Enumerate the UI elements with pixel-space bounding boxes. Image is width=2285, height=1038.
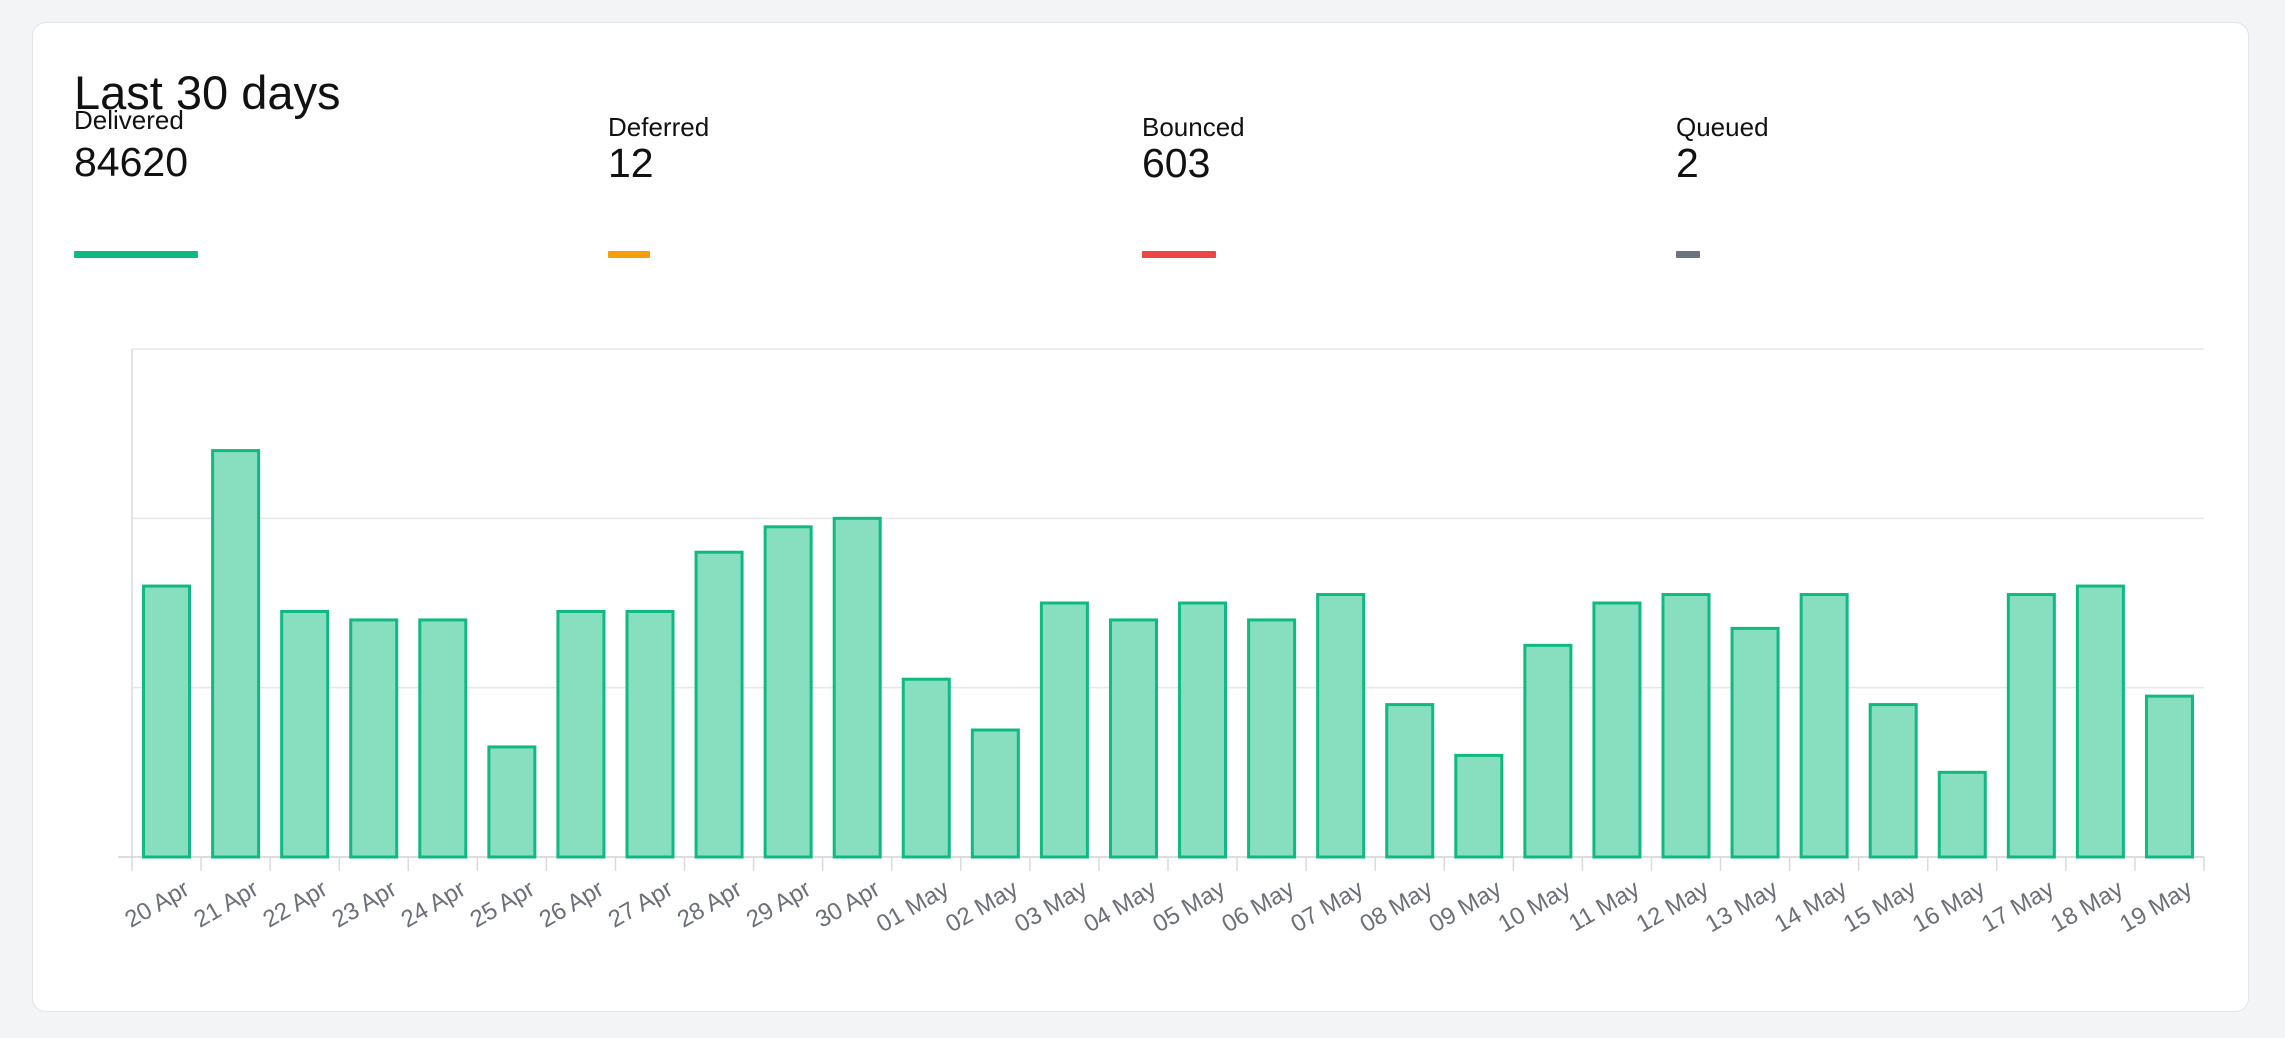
bar-02-may [970, 728, 1020, 859]
bar-28-apr [694, 550, 744, 859]
bar-08-may [1385, 703, 1435, 859]
bar-07-may [1316, 593, 1366, 859]
x-tick-label: 25 Apr [466, 875, 540, 933]
bar-14-may [1799, 593, 1849, 859]
x-tick-label: 13 May [1701, 875, 1783, 938]
bar-10-may [1523, 643, 1573, 859]
x-tick-label: 17 May [1977, 875, 2059, 938]
bar-30-apr [832, 516, 882, 859]
bar-15-may [1868, 703, 1918, 859]
x-tick-label: 16 May [1908, 875, 1990, 938]
bar-13-may [1730, 626, 1780, 859]
x-tick-label: 19 May [2115, 875, 2197, 938]
bar-18-may [2075, 584, 2125, 859]
x-tick-label: 09 May [1425, 875, 1507, 938]
x-tick-label: 23 Apr [328, 875, 402, 933]
x-tick-label: 04 May [1079, 875, 1161, 938]
x-tick-label: 30 Apr [811, 875, 885, 933]
x-tick-label: 21 Apr [189, 875, 263, 933]
bar-19-may [2144, 694, 2194, 859]
x-tick-label: 05 May [1148, 875, 1230, 938]
bar-11-may [1592, 601, 1642, 859]
bar-29-apr [763, 525, 813, 859]
x-tick-label: 12 May [1632, 875, 1714, 938]
x-tick-labels: 20 Apr21 Apr22 Apr23 Apr24 Apr25 Apr26 A… [120, 875, 2197, 938]
x-tick-label: 06 May [1217, 875, 1299, 938]
x-tick-label: 22 Apr [258, 875, 332, 933]
bar-05-may [1178, 601, 1228, 859]
bar-16-may [1937, 770, 1987, 859]
x-tick-label: 02 May [941, 875, 1023, 938]
x-tick-label: 27 Apr [604, 875, 678, 933]
x-tick-label: 26 Apr [535, 875, 609, 933]
x-tick-label: 03 May [1010, 875, 1092, 938]
bar-24-apr [418, 618, 468, 859]
x-tick-label: 07 May [1286, 875, 1368, 938]
bar-21-apr [211, 449, 261, 859]
x-tick-label: 08 May [1355, 875, 1437, 938]
bar-17-may [2006, 593, 2056, 859]
bar-04-may [1108, 618, 1158, 859]
x-tick-label: 29 Apr [742, 875, 816, 933]
x-tick-label: 24 Apr [397, 875, 471, 933]
bar-27-apr [625, 609, 675, 859]
bar-09-may [1454, 753, 1504, 859]
x-tick-label: 01 May [872, 875, 954, 938]
bar-23-apr [349, 618, 399, 859]
x-tick-label: 10 May [1494, 875, 1576, 938]
bars [142, 449, 2194, 859]
bar-01-may [901, 677, 951, 859]
x-tick-label: 20 Apr [120, 875, 194, 933]
x-tick-label: 15 May [1839, 875, 1921, 938]
delivered-bar-chart: 20 Apr21 Apr22 Apr23 Apr24 Apr25 Apr26 A… [118, 348, 2205, 938]
bar-22-apr [280, 609, 330, 859]
x-tick-label: 14 May [1770, 875, 1852, 938]
x-tick-label: 11 May [1564, 875, 1644, 937]
bar-03-may [1039, 601, 1089, 859]
bar-12-may [1661, 593, 1711, 859]
stats-card: Last 30 days Delivered 84620 Deferred 12… [32, 22, 2249, 1012]
bar-25-apr [487, 745, 537, 859]
x-tick-label: 18 May [2046, 875, 2128, 938]
bar-20-apr [142, 584, 192, 859]
bar-06-may [1247, 618, 1297, 859]
x-tick-label: 28 Apr [673, 875, 747, 933]
bar-26-apr [556, 609, 606, 859]
